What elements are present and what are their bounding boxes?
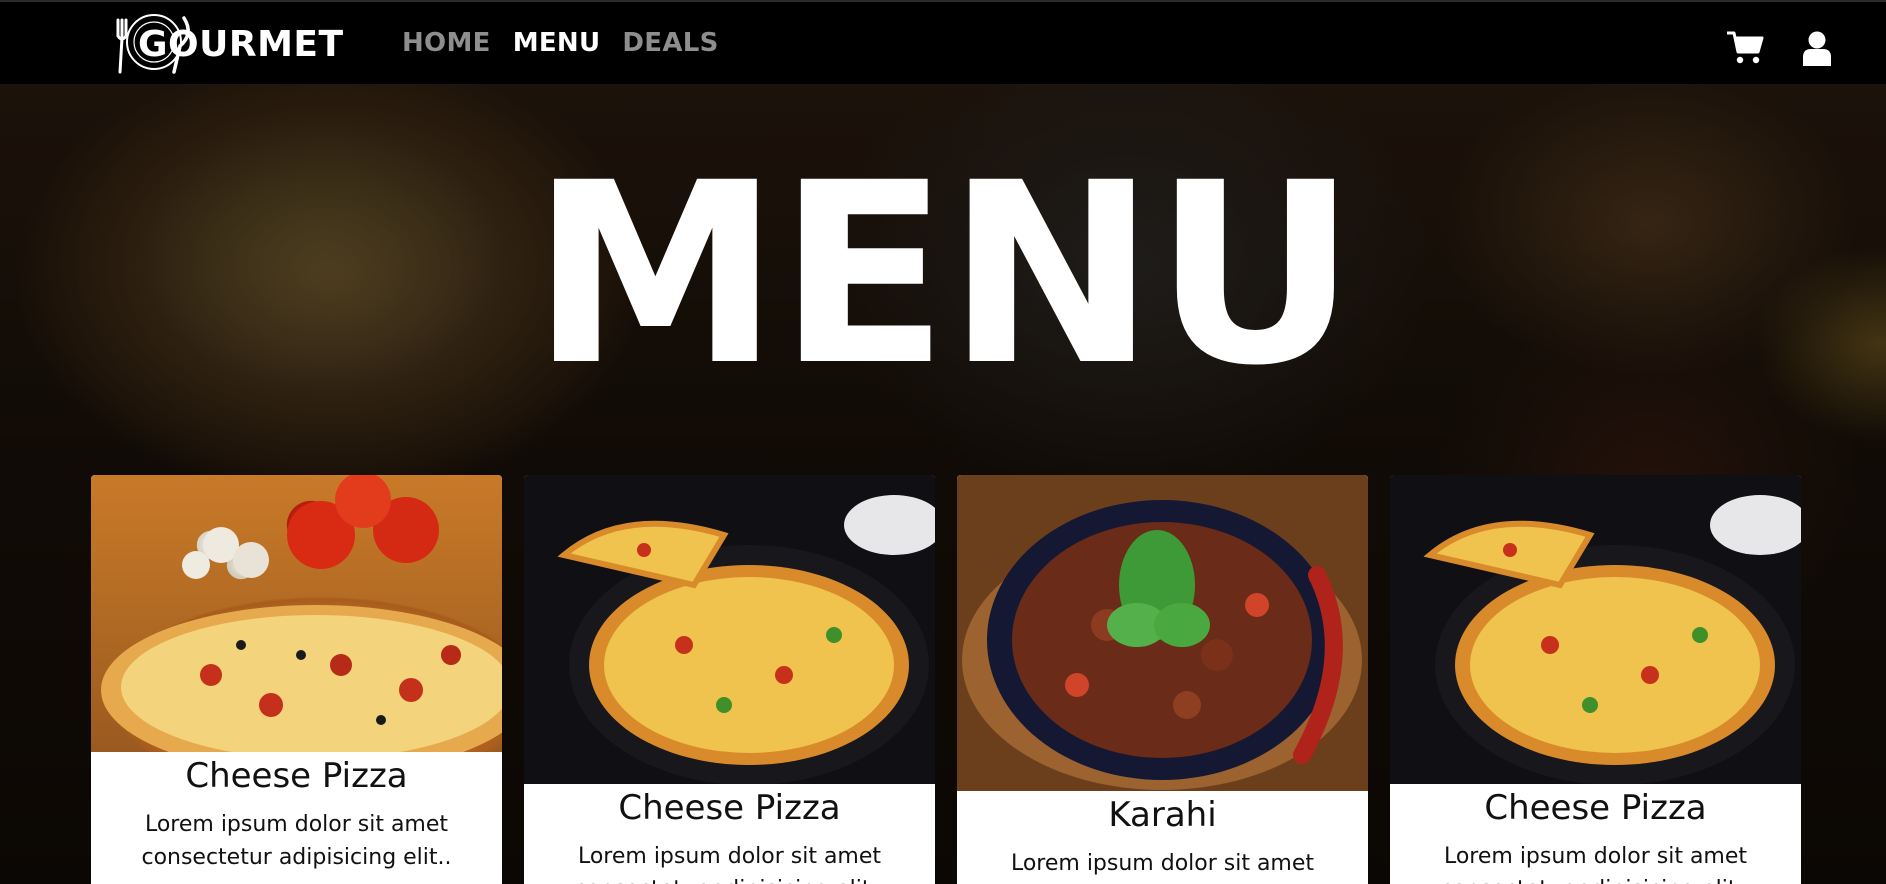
pizza-slice-photo: [1390, 475, 1801, 784]
card-description: Lorem ipsum dolor sit amet: [1010, 851, 1315, 876]
card-title: Cheese Pizza: [618, 788, 841, 828]
card-title: Karahi: [1108, 795, 1217, 835]
menu-cards: Cheese Pizza Lorem ipsum dolor sit amet …: [91, 475, 1801, 884]
page-title: MENU: [531, 129, 1357, 420]
card-title: Cheese Pizza: [1484, 788, 1707, 828]
menu-card[interactable]: Cheese Pizza Lorem ipsum dolor sit amet …: [91, 475, 502, 884]
menu-card[interactable]: Karahi Lorem ipsum dolor sit amet: [957, 475, 1368, 884]
brand-logo[interactable]: GOURMET: [108, 12, 343, 76]
nav-link-menu[interactable]: MENU: [513, 28, 601, 58]
main-nav: HOME MENU DEALS: [402, 28, 719, 58]
nav-link-deals[interactable]: DEALS: [622, 28, 718, 58]
pizza-photo: [91, 475, 502, 752]
pizza-slice-photo: [524, 475, 935, 784]
menu-card[interactable]: Cheese Pizza Lorem ipsum dolor sit amet …: [1390, 475, 1801, 884]
card-description: Lorem ipsum dolor sit amet consectetur a…: [141, 812, 452, 870]
brand-name: GOURMET: [138, 23, 344, 65]
nav-link-home[interactable]: HOME: [402, 28, 491, 58]
menu-card[interactable]: Cheese Pizza Lorem ipsum dolor sit amet …: [524, 475, 935, 884]
user-icon[interactable]: [1798, 30, 1836, 66]
karahi-photo: [957, 475, 1368, 791]
nav-icons: [1726, 30, 1836, 66]
navbar: GOURMET HOME MENU DEALS: [0, 0, 1886, 84]
card-title: Cheese Pizza: [185, 756, 408, 796]
cart-icon[interactable]: [1726, 30, 1764, 66]
card-description: Lorem ipsum dolor sit amet consectetur a…: [574, 844, 884, 884]
card-description: Lorem ipsum dolor sit amet consectetur a…: [1440, 844, 1750, 884]
